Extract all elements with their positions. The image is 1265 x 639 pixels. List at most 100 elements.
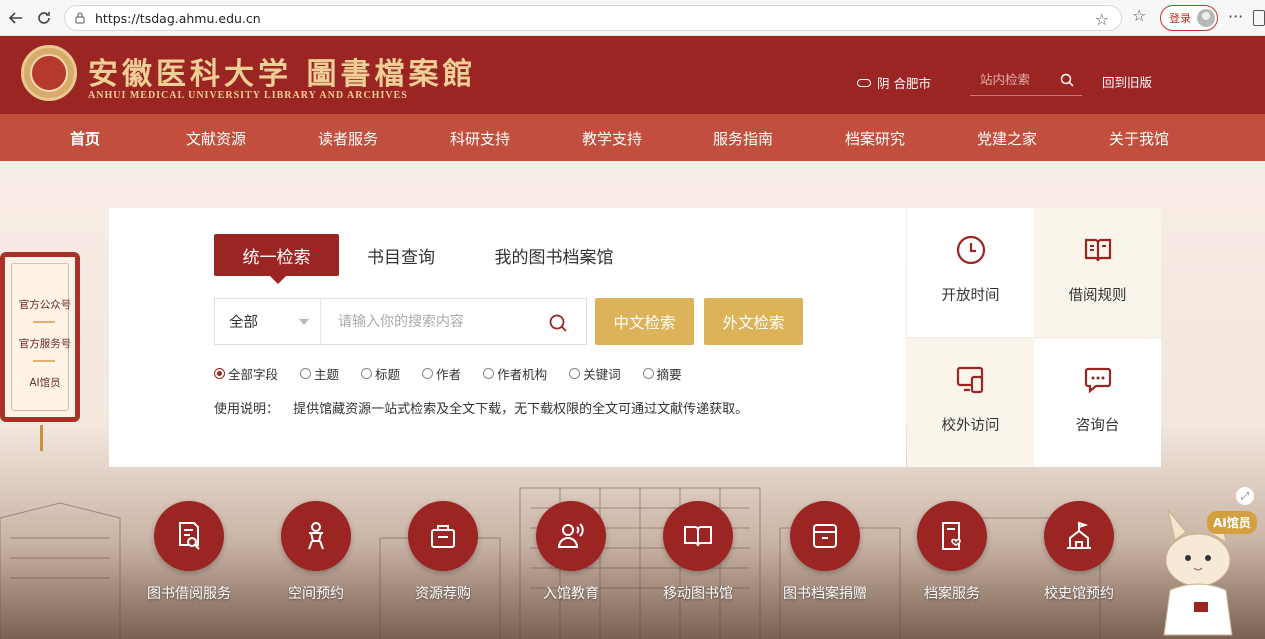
document-heart-icon [942, 522, 961, 550]
radio-abstract[interactable]: 摘要 [642, 364, 682, 383]
nav-item-resources[interactable]: 文献资源 [186, 128, 246, 149]
search-scope-select[interactable]: 全部 [215, 299, 321, 344]
url-text: https://tsdag.ahmu.edu.cn [95, 10, 261, 26]
service-label: 移动图书馆 [663, 586, 733, 602]
clock-icon [956, 235, 985, 265]
main-nav: 首页 文献资源 读者服务 科研支持 教学支持 服务指南 档案研究 党建之家 关于… [0, 114, 1265, 161]
shopping-bag-icon [431, 525, 455, 548]
site-search [970, 64, 1082, 96]
radio-keyword[interactable]: 关键词 [569, 364, 621, 383]
site-search-input[interactable] [970, 67, 1050, 92]
service-label: 图书借阅服务 [147, 586, 231, 602]
sidebar-icon[interactable] [1253, 10, 1265, 26]
archive-box-icon [813, 524, 837, 548]
foreign-search-button[interactable]: 外文检索 [704, 298, 803, 345]
divider [33, 360, 55, 362]
radio-label: 作者 [436, 367, 462, 382]
official-account-link[interactable]: 官方公众号 [13, 297, 77, 312]
back-icon[interactable] [2, 4, 30, 32]
tile-label: 咨询台 [1075, 418, 1120, 434]
cloud-icon [857, 78, 871, 87]
nav-item-party[interactable]: 党建之家 [977, 128, 1037, 149]
usage-label: 使用说明： [214, 402, 280, 417]
tab-unified-search[interactable]: 统一检索 [214, 234, 339, 284]
login-label: 登录 [1169, 12, 1191, 25]
search-field-options: 全部字段 主题 标题 作者 作者机构 关键词 摘要 [214, 364, 704, 383]
chinese-search-button[interactable]: 中文检索 [595, 298, 694, 345]
scope-value: 全部 [229, 315, 258, 331]
service-orientation[interactable]: 入馆教育 [506, 501, 636, 603]
service-history-museum[interactable]: 校史馆预约 [1014, 501, 1144, 603]
tab-my-library[interactable]: 我的图书档案馆 [479, 234, 629, 276]
search-panel: 统一检索 书目查询 我的图书档案馆 全部 中文检索 外文检索 全部字段 主题 标… [109, 208, 906, 467]
address-bar[interactable]: https://tsdag.ahmu.edu.cn ☆ [64, 5, 1122, 31]
search-box: 全部 [214, 298, 587, 345]
service-archives[interactable]: 档案服务 [887, 501, 1017, 603]
logo-subtitle: ANHUI MEDICAL UNIVERSITY LIBRARY AND ARC… [88, 90, 408, 101]
tile-remote-access[interactable]: 校外访问 [907, 338, 1034, 467]
nav-item-archives[interactable]: 档案研究 [845, 128, 905, 149]
radio-label: 标题 [375, 367, 401, 382]
ai-librarian-badge[interactable]: AI馆员 [1207, 511, 1257, 534]
nav-item-home[interactable]: 首页 [70, 128, 100, 149]
service-donation[interactable]: 图书档案捐赠 [760, 501, 890, 603]
browser-toolbar: https://tsdag.ahmu.edu.cn ☆ ☆ 登录 ··· [0, 0, 1265, 36]
search-icon[interactable] [548, 313, 568, 333]
ai-librarian-link[interactable]: AI馆员 [13, 375, 77, 390]
search-input[interactable] [322, 299, 542, 344]
expand-icon[interactable]: ⤢ [1236, 487, 1254, 505]
tassel-decoration [40, 425, 43, 451]
radio-title[interactable]: 标题 [361, 364, 400, 383]
star-icon[interactable]: ☆ [1095, 10, 1109, 29]
speaker-person-icon [557, 523, 584, 548]
radio-subject[interactable]: 主题 [300, 364, 339, 383]
service-label: 图书档案捐赠 [783, 586, 867, 602]
service-label: 入馆教育 [543, 586, 599, 602]
book-search-icon [179, 522, 200, 550]
radio-label: 作者机构 [497, 367, 548, 382]
remote-access-icon [956, 366, 983, 394]
service-book-borrowing[interactable]: 图书借阅服务 [124, 501, 254, 603]
more-icon[interactable]: ··· [1228, 7, 1243, 26]
service-space-booking[interactable]: 空间预约 [251, 501, 381, 603]
tile-label: 开放时间 [941, 288, 1000, 304]
nav-item-research[interactable]: 科研支持 [450, 128, 510, 149]
seat-icon [308, 522, 324, 550]
tile-borrowing-rules[interactable]: 借阅规则 [1034, 208, 1161, 337]
tile-help-desk[interactable]: 咨询台 [1034, 338, 1161, 467]
nav-item-teaching[interactable]: 教学支持 [582, 128, 642, 149]
divider [33, 321, 55, 323]
radio-all-fields[interactable]: 全部字段 [214, 364, 278, 383]
service-label: 档案服务 [924, 586, 980, 602]
university-seal-logo[interactable] [21, 45, 77, 101]
nav-item-reader-services[interactable]: 读者服务 [318, 128, 378, 149]
nav-item-about[interactable]: 关于我馆 [1109, 128, 1169, 149]
search-icon[interactable] [1060, 73, 1074, 87]
side-float-tag: 官方公众号 官方服务号 AI馆员 [0, 252, 80, 451]
tab-catalog-search[interactable]: 书目查询 [349, 234, 453, 276]
tile-label: 借阅规则 [1068, 288, 1127, 304]
avatar [1197, 9, 1215, 27]
nav-item-guide[interactable]: 服务指南 [713, 128, 773, 149]
refresh-icon[interactable] [30, 4, 58, 32]
service-resource-recommend[interactable]: 资源荐购 [378, 501, 508, 603]
usage-text: 提供馆藏资源一站式检索及全文下载，无下载权限的全文可通过文献传递获取。 [293, 402, 749, 417]
radio-author[interactable]: 作者 [422, 364, 461, 383]
tile-label: 校外访问 [941, 418, 1000, 434]
login-button[interactable]: 登录 [1160, 5, 1218, 31]
old-version-link[interactable]: 回到旧版 [1102, 72, 1152, 91]
chevron-down-icon [299, 319, 309, 325]
logo-title[interactable]: 安徽医科大学 圖書檔案館 [88, 49, 476, 93]
radio-author-org[interactable]: 作者机构 [483, 364, 547, 383]
open-book-icon [684, 526, 712, 547]
weather-widget: 阴 合肥市 [857, 73, 931, 92]
usage-note: 使用说明： 提供馆藏资源一站式检索及全文下载，无下载权限的全文可通过文献传递获取… [214, 398, 748, 417]
tile-opening-hours[interactable]: 开放时间 [907, 208, 1034, 337]
service-mobile-library[interactable]: 移动图书馆 [633, 501, 763, 603]
radio-label: 全部字段 [228, 367, 279, 382]
service-label: 校史馆预约 [1044, 586, 1114, 602]
service-account-link[interactable]: 官方服务号 [13, 336, 77, 351]
favorites-icon[interactable]: ☆ [1132, 6, 1146, 25]
open-book-icon [1084, 238, 1111, 262]
building-flag-icon [1067, 521, 1091, 549]
